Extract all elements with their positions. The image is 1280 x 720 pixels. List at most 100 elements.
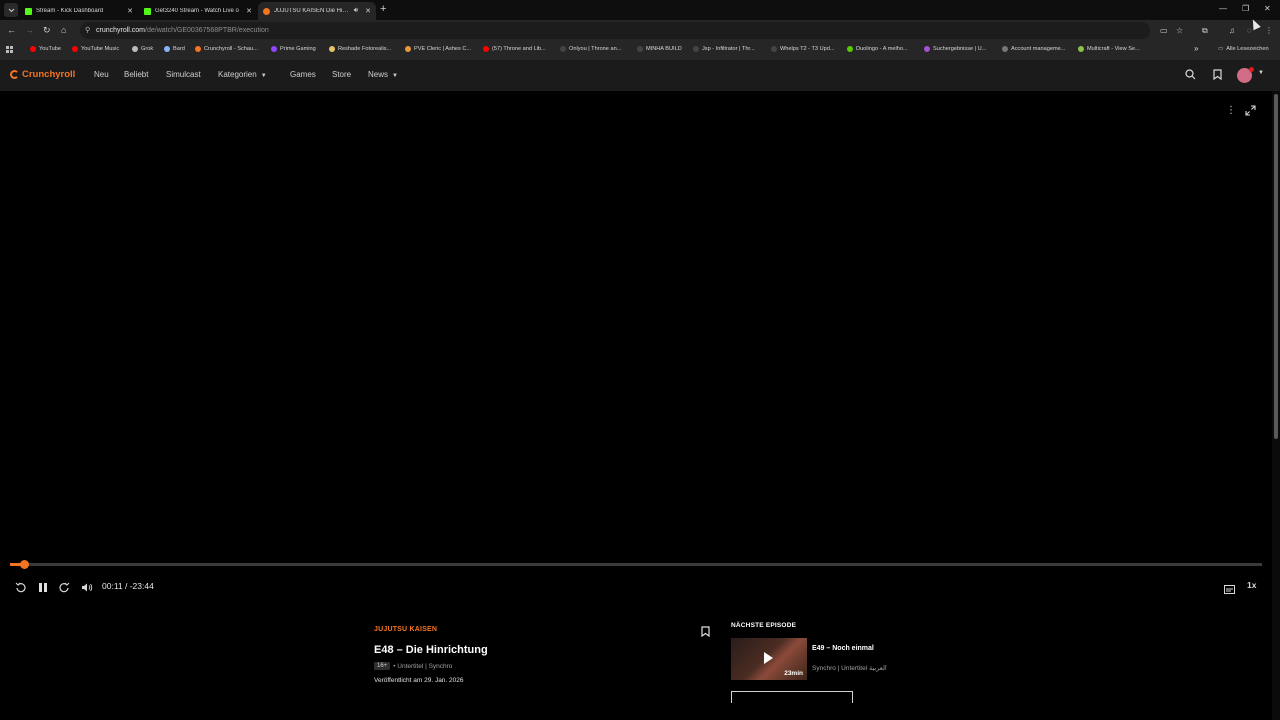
youtube-icon [483,46,489,52]
bookmark-label: Reshade Fotorealis... [338,46,392,52]
github-icon [693,46,699,52]
bookmark-label: Crunchyroll - Schau... [204,46,258,52]
bookmark-item[interactable]: Account manageme... [1002,46,1065,52]
nav-simulcast[interactable]: Simulcast [166,70,201,79]
close-tab-icon[interactable]: ✕ [365,7,371,15]
scrollbar-thumb[interactable] [1274,94,1278,439]
playback-speed-button[interactable]: 1x [1247,580,1256,590]
next-episode-title[interactable]: E49 – Noch einmal [812,645,874,652]
bookmark-item[interactable]: YouTube Music [72,46,119,52]
player-more-options-icon[interactable]: ⋮ [1226,105,1236,116]
browser-menu-icon[interactable]: ⋮ [1265,26,1273,35]
forward-button[interactable]: → [25,25,34,35]
series-title-link[interactable]: JUJUTSU KAISEN [374,626,437,633]
nav-games[interactable]: Games [290,70,316,79]
bookmark-item[interactable]: (57) Throne and Lib... [483,46,546,52]
bookmark-item[interactable]: Grok [132,46,153,52]
age-rating-badge: 16+ [374,662,391,670]
kick-favicon-icon [144,7,151,15]
url-field[interactable]: ⚲ crunchyroll.com/de/watch/GE00367568PTB… [80,22,1150,39]
nav-kategorien-label: Kategorien [218,70,257,79]
back-button[interactable]: ← [7,25,16,35]
nav-store[interactable]: Store [332,70,351,79]
bookmark-item[interactable]: Jsp - Infiltrator | Thr... [693,46,755,52]
bookmark-item[interactable]: Prime Gaming [271,46,316,52]
site-info-icon[interactable]: ⚲ [85,26,90,34]
apps-icon [6,46,13,53]
bookmark-label: Grok [141,46,154,52]
close-window-button[interactable]: ✕ [1264,4,1271,13]
volume-icon [82,583,93,592]
crunchyroll-icon [195,46,201,52]
browser-tab-crunchyroll[interactable]: JUJUTSU KAISEN Die Hinrich 🔊︎ ✕ [258,2,376,20]
bookmark-item[interactable]: Reshade Fotorealis... [329,46,391,52]
bookmark-item[interactable]: Multicraft - View Se... [1078,46,1140,52]
bookmark-item[interactable]: Onlyou | Throne an... [560,46,621,52]
search-button[interactable] [1185,67,1196,85]
search-results-icon [924,46,930,52]
bookmark-label: PVE Cleric | Ashes C... [414,46,472,52]
new-tab-button[interactable]: + [380,4,386,15]
apps-grid-icon[interactable] [6,46,13,53]
more-bookmarks-icon[interactable]: » [1194,44,1198,53]
pause-icon [39,583,47,592]
all-bookmarks-label: Alle Lesezeichen [1226,46,1269,52]
media-controls-icon[interactable]: ♫ [1229,26,1235,35]
watchlist-button[interactable] [1213,67,1222,85]
restore-window-button[interactable]: ❐ [1242,4,1249,13]
tab-search-button[interactable] [4,3,18,17]
bookmark-item[interactable]: Whelps T2 - T3 Upd... [771,46,835,52]
reshade-icon [329,46,335,52]
duolingo-icon [847,46,853,52]
rewind-10-button[interactable] [15,580,26,598]
next-episode-thumbnail[interactable]: 23min [731,638,807,680]
profile-icon[interactable]: ◌ [1247,26,1252,35]
bookmark-item[interactable]: MINHA BUILD [637,46,682,52]
bookmark-label: Jsp - Infiltrator | Thr... [702,46,755,52]
play-icon [764,652,773,664]
more-episodes-button[interactable] [731,691,853,703]
profile-menu-caret-icon[interactable]: ▼ [1258,70,1264,76]
bookmarks-bar: YouTube YouTube Music Grok Bard Crunchyr… [0,41,1280,60]
bookmark-item[interactable]: PVE Cleric | Ashes C... [405,46,471,52]
progress-scrubber[interactable] [20,560,29,569]
crunchyroll-logo[interactable]: Crunchyroll [10,69,75,80]
volume-button[interactable] [81,580,93,598]
minimize-window-button[interactable]: — [1219,4,1227,13]
reload-button[interactable]: ↻ [43,25,51,35]
all-bookmarks-folder[interactable]: ▭ Alle Lesezeichen [1218,46,1269,52]
nav-beliebt[interactable]: Beliebt [124,70,148,79]
bookmark-star-icon[interactable]: ☆ [1176,26,1183,35]
bookmark-item[interactable]: YouTube [30,46,61,52]
page-scrollbar[interactable] [1272,91,1280,720]
install-app-icon[interactable]: ▭ [1160,26,1168,35]
home-button[interactable]: ⌂ [61,25,66,35]
pause-button[interactable] [38,580,48,598]
bookmark-item[interactable]: Suchergebnisse | U... [924,46,986,52]
close-tab-icon[interactable]: ✕ [246,7,252,15]
browser-tab-kick-stream[interactable]: Get3240 Stream - Watch Live o ✕ [139,2,257,20]
close-tab-icon[interactable]: ✕ [127,7,133,15]
subtitles-button[interactable] [1224,581,1235,599]
progress-bar[interactable] [10,560,1262,569]
nav-news[interactable]: News ▼ [368,70,398,79]
extensions-icon[interactable]: ⧉ [1202,26,1208,35]
caret-down-icon: ▼ [260,73,267,79]
avatar[interactable] [1237,67,1254,83]
video-player[interactable] [0,91,1272,606]
nav-kategorien[interactable]: Kategorien ▼ [218,70,267,79]
rewind-icon [15,582,26,593]
bookmark-item[interactable]: Crunchyroll - Schau... [195,46,258,52]
folder-icon: ▭ [1218,46,1224,52]
grok-icon [132,46,138,52]
bookmark-item[interactable]: Duolingo - A melho... [847,46,908,52]
browser-tab-kick-dashboard[interactable]: Stream - Kick Dashboard ✕ [20,2,138,20]
github-icon [560,46,566,52]
bookmark-item[interactable]: Bard [164,46,185,52]
speaker-icon[interactable]: 🔊︎ [354,7,358,15]
fullscreen-icon[interactable] [1245,105,1256,119]
nav-neu[interactable]: Neu [94,70,109,79]
add-to-watchlist-button[interactable] [701,624,710,642]
forward-10-button[interactable] [59,580,70,598]
multicraft-icon [1078,46,1084,52]
